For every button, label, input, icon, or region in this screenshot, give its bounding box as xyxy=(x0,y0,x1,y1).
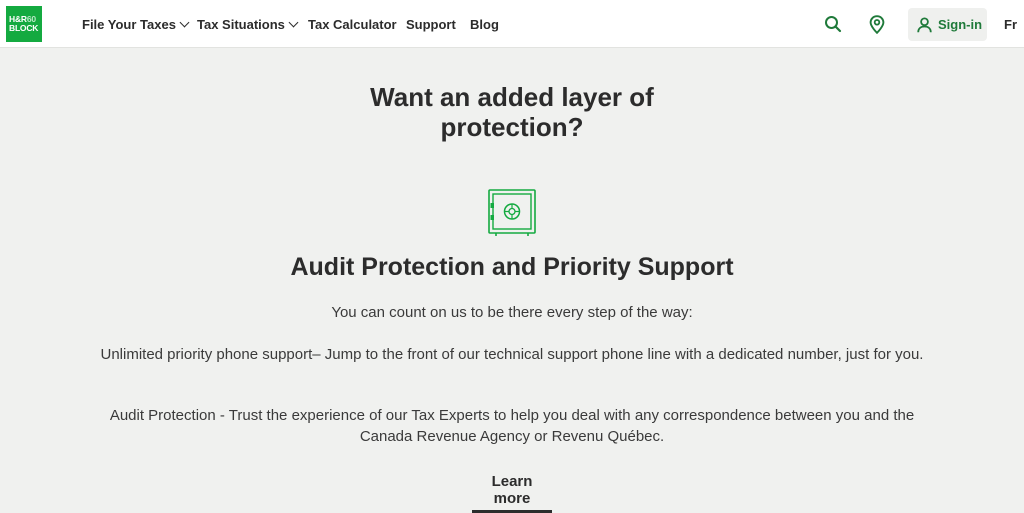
site-header: H&R60 BLOCK File Your Taxes Tax Situatio… xyxy=(0,0,1024,48)
sign-in-button[interactable]: Sign-in xyxy=(908,8,987,41)
nav-support[interactable]: Support xyxy=(406,0,456,48)
logo-text-bottom: BLOCK xyxy=(9,23,39,33)
safe-icon xyxy=(488,189,536,236)
section-heading: Audit Protection and Priority Support xyxy=(290,253,734,281)
nav-tax-situations-label: Tax Situations xyxy=(197,16,285,32)
chevron-down-icon xyxy=(288,17,299,27)
hr-block-logo[interactable]: H&R60 BLOCK xyxy=(6,6,42,42)
sign-in-label: Sign-in xyxy=(938,17,983,32)
nav-tax-situations[interactable]: Tax Situations xyxy=(197,0,299,48)
language-toggle[interactable]: Fr xyxy=(1004,0,1017,48)
chevron-down-icon xyxy=(179,17,190,27)
page-title: Want an added layer of protection? xyxy=(370,82,654,142)
nav-blog[interactable]: Blog xyxy=(470,0,499,48)
nav-file-your-taxes-label: File Your Taxes xyxy=(82,16,176,32)
audit-protection-text: Audit Protection - Trust the experience … xyxy=(109,407,915,445)
intro-text: You can count on us to be there every st… xyxy=(331,304,693,321)
location-pin-icon[interactable] xyxy=(865,12,889,36)
nav-file-your-taxes[interactable]: File Your Taxes xyxy=(82,0,190,48)
search-icon[interactable] xyxy=(821,12,845,36)
priority-support-text: Unlimited priority phone support– Jump t… xyxy=(100,346,924,363)
user-icon xyxy=(917,17,932,32)
nav-tax-calculator[interactable]: Tax Calculator xyxy=(308,0,397,48)
learn-more-link[interactable]: Learn more xyxy=(472,473,552,513)
